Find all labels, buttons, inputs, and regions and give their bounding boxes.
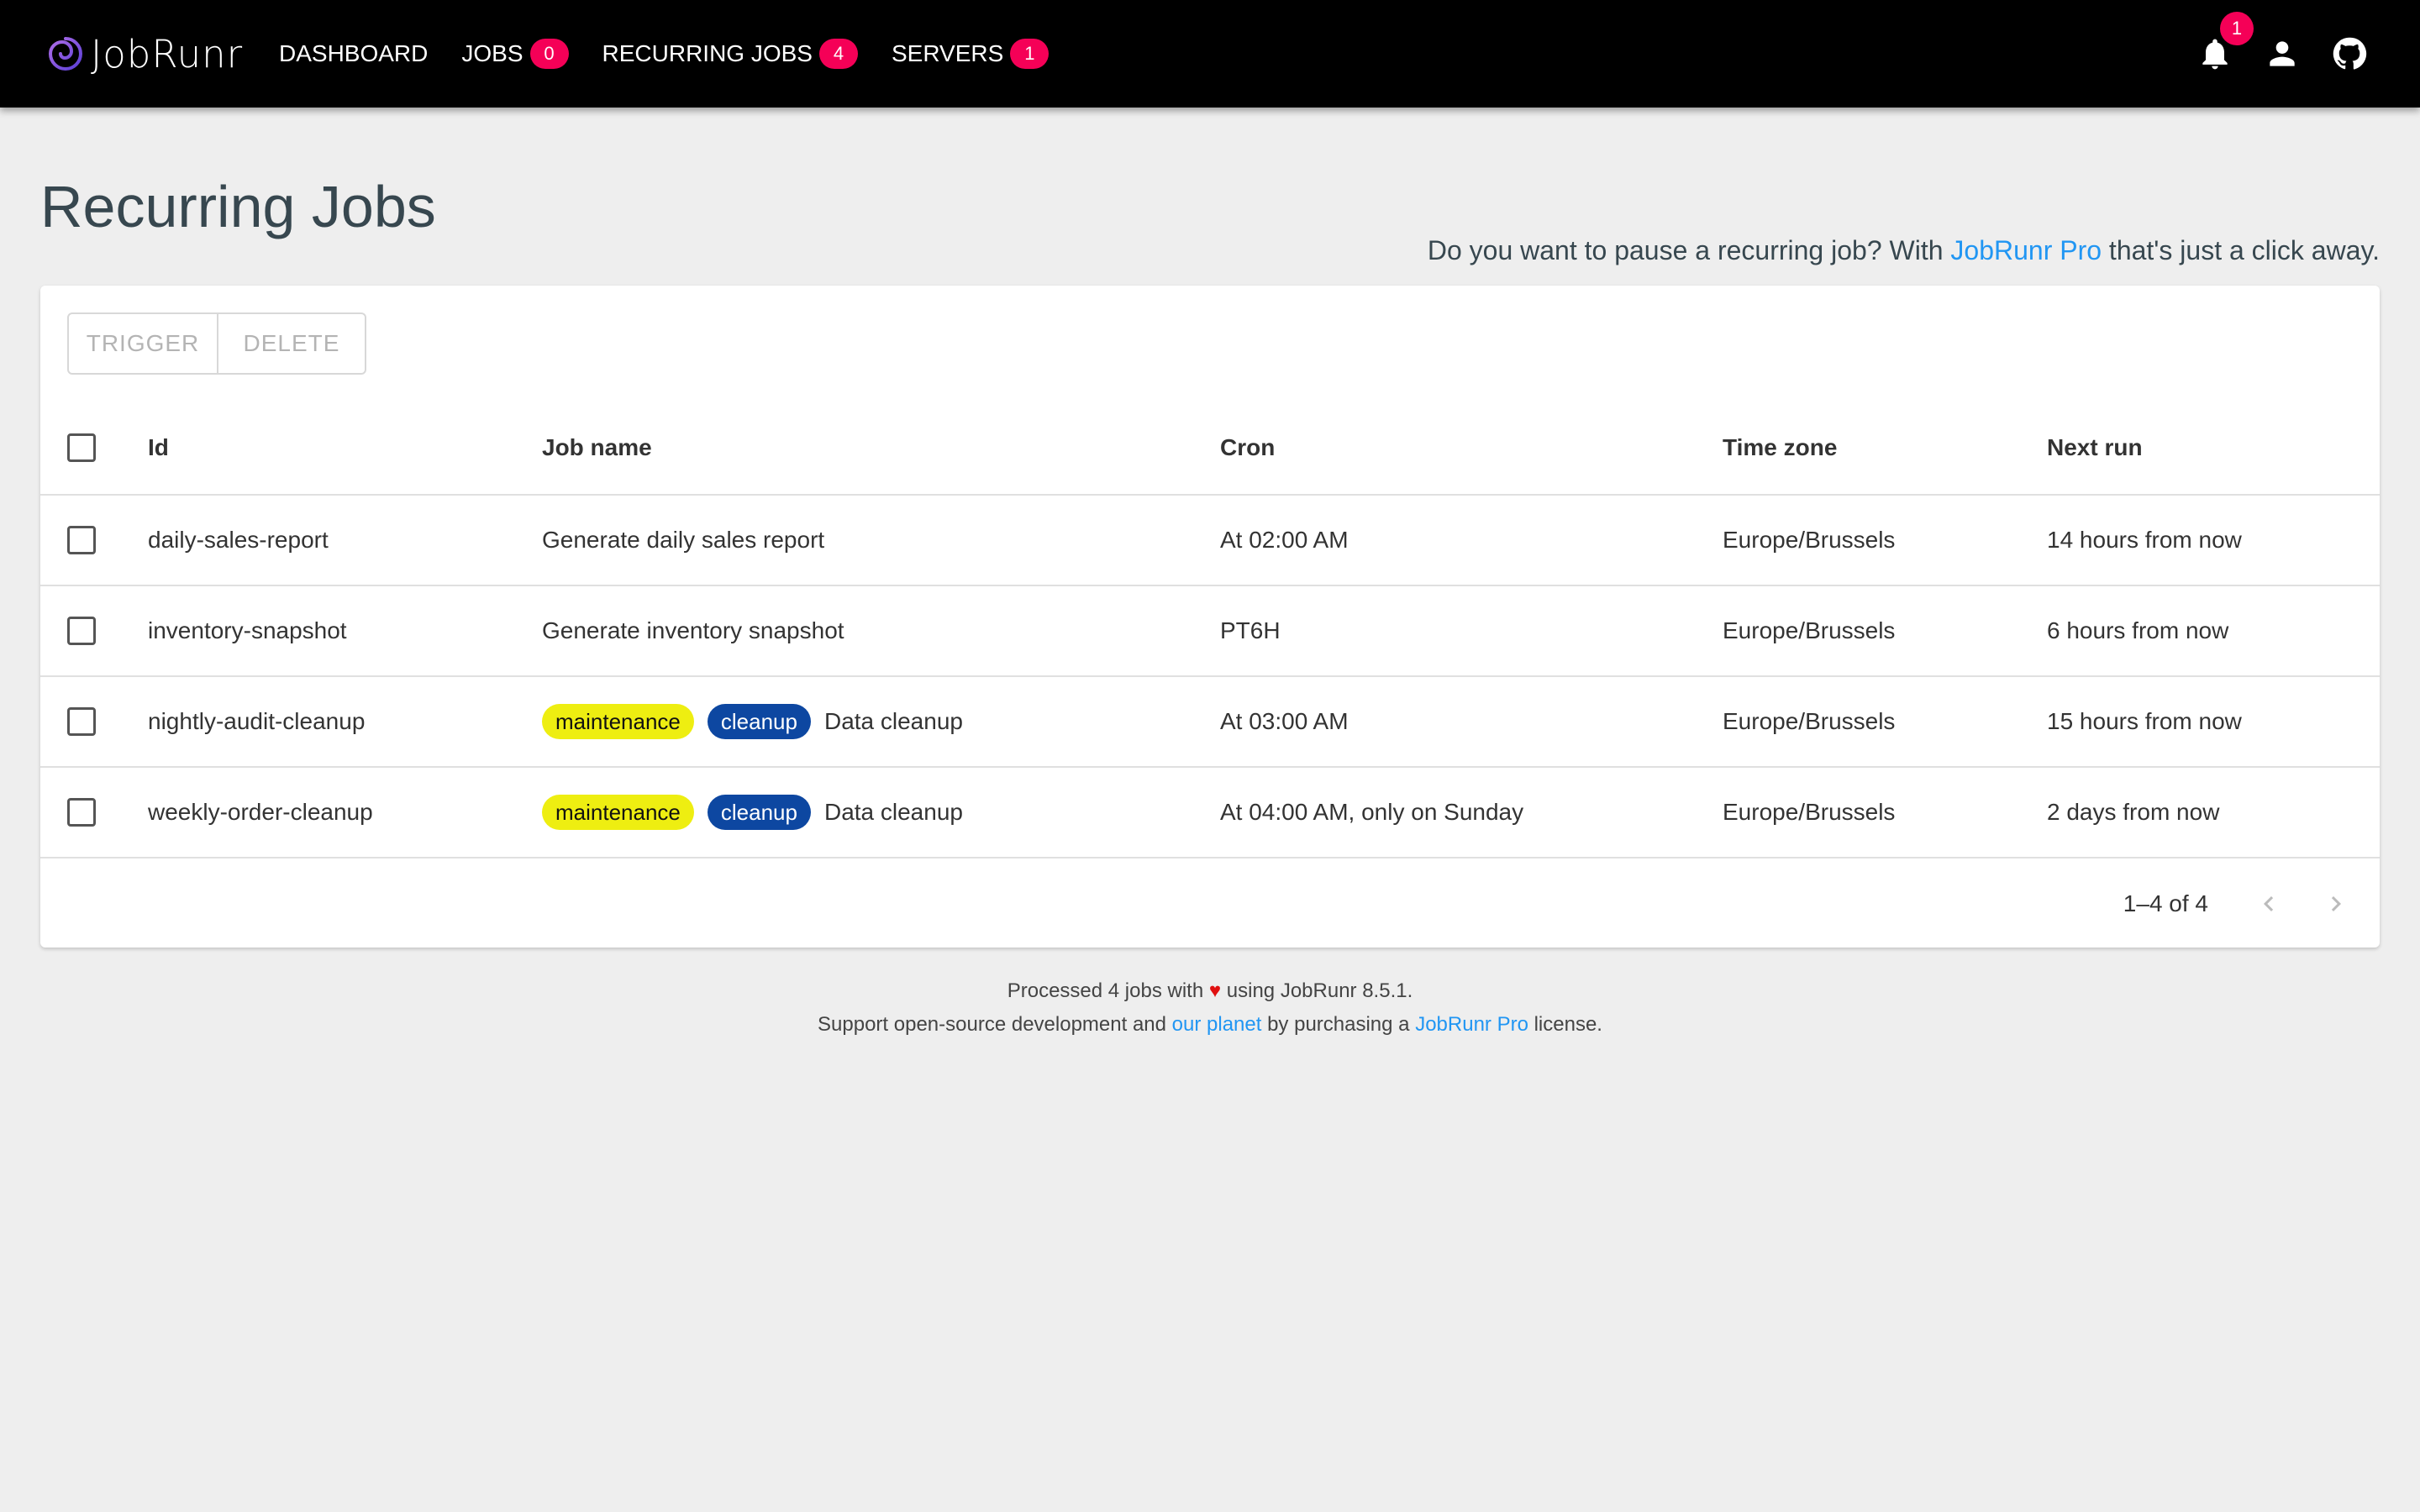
job-id-link[interactable]: daily-sales-report [148,527,329,554]
job-id-link[interactable]: nightly-audit-cleanup [148,708,365,735]
header-cron[interactable]: Cron [1220,402,1275,494]
select-all-checkbox[interactable] [67,433,96,462]
nav-jobs[interactable]: JOBS 0 [461,39,569,69]
footer-jobrunr-pro-link[interactable]: JobRunr Pro [1415,1013,1528,1036]
header-id[interactable]: Id [148,402,169,494]
bulk-actions: TRIGGER DELETE [67,312,366,375]
top-actions: 1 [2171,0,2373,108]
account-icon [2270,41,2295,66]
job-next-run: 14 hours from now [2047,527,2242,553]
main-nav: DASHBOARD JOBS 0 RECURRING JOBS 4 SERVER… [279,0,1082,108]
pagination-range: 1–4 of 4 [2123,890,2208,916]
delete-button[interactable]: DELETE [217,314,365,373]
notifications-badge: 1 [2220,12,2254,45]
trigger-button[interactable]: TRIGGER [69,314,217,373]
previous-page-button[interactable] [2247,882,2291,926]
recurring-jobs-count-badge: 4 [818,39,858,69]
jobrunr-logo-icon [48,37,82,71]
github-icon [2333,37,2367,70]
promo-suffix: that's just a click away. [2102,235,2380,265]
jobrunr-pro-link[interactable]: JobRunr Pro [1950,235,2102,265]
nav-servers[interactable]: SERVERS 1 [891,39,1050,69]
nav-servers-label: SERVERS [891,40,1004,66]
pagination: 1–4 of 4 [40,862,2380,946]
job-time-zone: Europe/Brussels [1723,708,1896,734]
job-cron: At 04:00 AM, only on Sunday [1220,799,1524,825]
pro-promo-text: Do you want to pause a recurring job? Wi… [1428,235,2380,266]
notifications-button[interactable]: 1 [2191,12,2254,77]
header-job-name[interactable]: Job name [542,402,652,494]
nav-recurring-jobs[interactable]: RECURRING JOBS 4 [602,39,858,69]
github-button[interactable] [2326,30,2373,77]
job-id-link[interactable]: inventory-snapshot [148,617,347,644]
next-page-button[interactable] [2314,882,2358,926]
footer-license-text: license. [1528,1013,1602,1036]
table-row: weekly-order-cleanup maintenance cleanup… [40,768,2380,858]
job-next-run: 2 days from now [2047,799,2220,825]
job-cron: PT6H [1220,617,1281,643]
our-planet-link[interactable]: our planet [1172,1013,1262,1036]
job-name: Data cleanup [823,708,963,734]
chevron-right-icon [2331,896,2341,911]
footer-line-1: Processed 4 jobs with ♥ using JobRunr 8.… [0,974,2420,1008]
row-checkbox[interactable] [67,798,96,827]
table-row: nightly-audit-cleanup maintenance cleanu… [40,677,2380,768]
tag-cleanup: cleanup [707,704,811,739]
job-next-run: 6 hours from now [2047,617,2229,643]
table-header-row: Id Job name Cron Time zone Next run [40,402,2380,496]
logo-text: JobRunr [91,31,244,76]
logo[interactable]: JobRunr [47,32,243,76]
nav-dashboard-label: DASHBOARD [279,40,429,66]
nav-dashboard[interactable]: DASHBOARD [279,40,428,67]
nav-jobs-label: JOBS [461,40,523,66]
job-name: Data cleanup [823,799,963,825]
row-checkbox[interactable] [67,617,96,645]
servers-count-badge: 1 [1010,39,1050,69]
nav-recurring-jobs-label: RECURRING JOBS [602,40,813,66]
job-cron: At 03:00 AM [1220,708,1349,734]
header-next-run[interactable]: Next run [2047,402,2143,494]
row-checkbox[interactable] [67,707,96,736]
row-checkbox[interactable] [67,526,96,554]
job-time-zone: Europe/Brussels [1723,527,1896,553]
page-title: Recurring Jobs [40,174,436,239]
account-button[interactable] [2259,30,2306,77]
heart-icon: ♥ [1208,979,1222,1002]
footer-purchasing-text: by purchasing a [1261,1013,1416,1036]
tag-maintenance: maintenance [542,704,694,739]
recurring-jobs-card: TRIGGER DELETE Id Job name Cron Time zon… [40,286,2380,948]
job-next-run: 15 hours from now [2047,708,2242,734]
chevron-left-icon [2264,896,2274,911]
header-time-zone[interactable]: Time zone [1723,402,1837,494]
footer-support-text: Support open-source development and [818,1013,1172,1036]
footer: Processed 4 jobs with ♥ using JobRunr 8.… [0,974,2420,1042]
table-row: inventory-snapshot Generate inventory sn… [40,586,2380,677]
recurring-jobs-table: Id Job name Cron Time zone Next run dail… [40,402,2380,858]
promo-prefix: Do you want to pause a recurring job? Wi… [1427,235,1951,265]
footer-version-text: using JobRunr 8.5.1. [1221,979,1413,1002]
job-name: Generate inventory snapshot [542,617,844,643]
top-app-bar: JobRunr DASHBOARD JOBS 0 RECURRING JOBS … [0,0,2420,108]
footer-line-2: Support open-source development and our … [0,1008,2420,1042]
table-row: daily-sales-report Generate daily sales … [40,496,2380,586]
job-cron: At 02:00 AM [1220,527,1349,553]
job-time-zone: Europe/Brussels [1723,617,1896,643]
job-name: Generate daily sales report [542,527,825,553]
job-id-link[interactable]: weekly-order-cleanup [148,799,373,826]
job-time-zone: Europe/Brussels [1723,799,1896,825]
jobs-count-badge: 0 [529,39,569,69]
tag-cleanup: cleanup [707,795,811,830]
tag-maintenance: maintenance [542,795,694,830]
footer-processed-text: Processed 4 jobs with [1007,979,1209,1002]
